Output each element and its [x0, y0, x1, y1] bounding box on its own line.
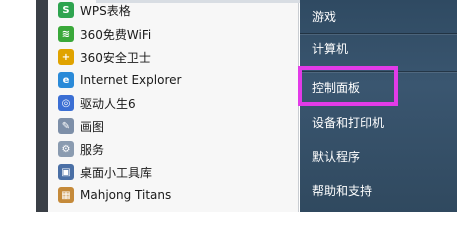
- program-item[interactable]: S WPS表格: [58, 0, 293, 20]
- places-separator: [300, 71, 457, 72]
- wps-sheet-icon: S: [58, 2, 74, 18]
- place-item[interactable]: 帮助和支持: [312, 179, 372, 201]
- program-item-label: WPS表格: [80, 3, 131, 18]
- program-item-label: 360安全卫士: [80, 50, 151, 65]
- place-item[interactable]: 设备和打印机: [312, 111, 384, 133]
- paint-icon: ✎: [58, 118, 74, 134]
- place-item-label: 帮助和支持: [312, 183, 373, 198]
- places-separator: [300, 33, 457, 34]
- program-item-label: Internet Explorer: [80, 73, 182, 87]
- place-item[interactable]: 游戏: [312, 5, 336, 27]
- place-item-label: 游戏: [312, 9, 337, 24]
- place-item-label: 计算机: [312, 41, 349, 56]
- driver-icon: ◎: [58, 95, 74, 111]
- place-item[interactable]: 计算机: [312, 37, 348, 59]
- gadgets-icon: ▣: [58, 164, 74, 180]
- place-item[interactable]: 默认程序: [312, 145, 360, 167]
- program-item-label: 画图: [80, 119, 105, 134]
- wifi-icon: ≋: [58, 26, 74, 42]
- program-item-label: Mahjong Titans: [80, 188, 172, 202]
- place-item-label: 控制面板: [312, 80, 361, 95]
- program-item[interactable]: e Internet Explorer: [58, 70, 293, 90]
- services-icon: ⚙: [58, 141, 74, 157]
- program-item-label: 驱动人生6: [80, 96, 136, 111]
- mahjong-icon: ▦: [58, 187, 74, 203]
- shield-icon: +: [58, 49, 74, 65]
- program-item[interactable]: ✎ 画图: [58, 116, 293, 136]
- program-item[interactable]: ▣ 桌面小工具库: [58, 162, 293, 182]
- programs-list-panel: S WPS表格 ≋ 360免费WiFi +360安全卫士 e Internet Explor…: [48, 0, 348, 212]
- place-item[interactable]: 控制面板: [312, 76, 360, 98]
- left-dark-strip: [36, 0, 48, 212]
- program-item[interactable]: ▦ Mahjong Titans: [58, 185, 293, 205]
- ie-icon: e: [58, 72, 74, 88]
- program-item[interactable]: ≋ 360免费WiFi: [58, 24, 293, 44]
- program-item[interactable]: +360安全卫士: [58, 47, 293, 67]
- program-item[interactable]: ◎ 驱动人生6: [58, 93, 293, 113]
- place-item-label: 设备和打印机: [312, 115, 385, 130]
- program-item-label: 360免费WiFi: [80, 27, 152, 42]
- start-menu-screenshot: S WPS表格 ≋ 360免费WiFi +360安全卫士 e Internet Explor…: [0, 0, 457, 212]
- program-item-label: 桌面小工具库: [80, 165, 153, 180]
- places-panel: 游戏计算机控制面板设备和打印机 默认程序帮助和支持: [300, 0, 457, 212]
- program-item[interactable]: ⚙ 服务: [58, 139, 293, 159]
- place-item-label: 默认程序: [312, 149, 361, 164]
- program-item-label: 服务: [80, 142, 105, 157]
